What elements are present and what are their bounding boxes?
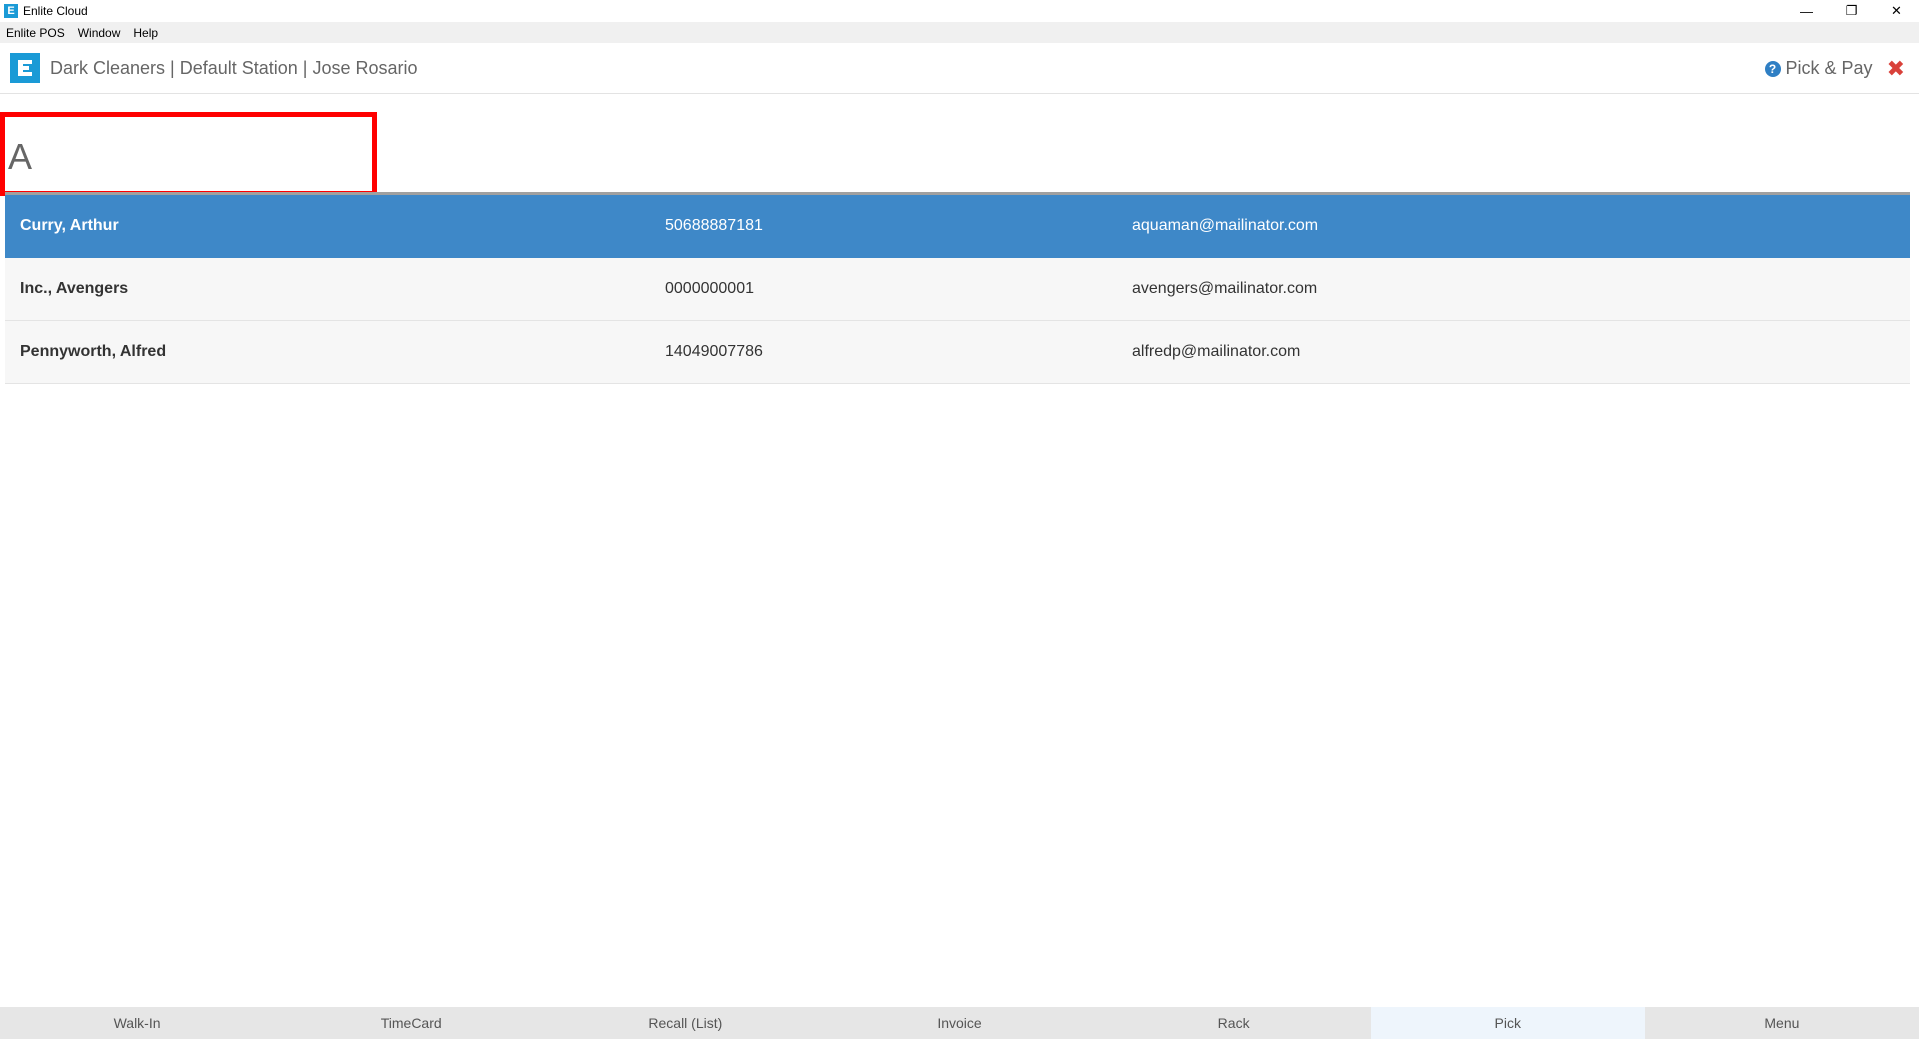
tab-rack[interactable]: Rack [1097, 1007, 1371, 1039]
window-controls: — ❐ ✕ [1784, 0, 1919, 22]
customer-name: Pennyworth, Alfred [20, 343, 167, 360]
customer-name: Inc., Avengers [20, 280, 129, 297]
header-actions: ? Pick & Pay ✖ [1764, 43, 1905, 94]
window-title: Enlite Cloud [23, 4, 88, 18]
menu-help[interactable]: Help [133, 26, 158, 40]
restore-button[interactable]: ❐ [1829, 0, 1874, 22]
app-header: Dark Cleaners | Default Station | Jose R… [0, 43, 1919, 94]
customer-email: avengers@mailinator.com [1132, 280, 1318, 297]
menu-window[interactable]: Window [78, 26, 121, 40]
tab-invoice[interactable]: Invoice [822, 1007, 1096, 1039]
bottom-nav: Walk-In TimeCard Recall (List) Invoice R… [0, 1007, 1919, 1039]
menu-enlite-pos[interactable]: Enlite POS [6, 26, 65, 40]
menu-bar: Enlite POS Window Help [0, 22, 1919, 43]
customer-phone: 50688887181 [665, 217, 763, 234]
customer-email: alfredp@mailinator.com [1132, 343, 1301, 360]
logo-e-glyph [18, 60, 32, 76]
help-icon[interactable]: ? [1764, 60, 1781, 77]
tab-menu[interactable]: Menu [1645, 1007, 1919, 1039]
customer-phone: 0000000001 [665, 280, 754, 297]
tab-walk-in[interactable]: Walk-In [0, 1007, 274, 1039]
customer-search-input[interactable] [5, 117, 372, 191]
customer-name: Curry, Arthur [20, 217, 119, 234]
tab-recall-list[interactable]: Recall (List) [548, 1007, 822, 1039]
tab-pick[interactable]: Pick [1370, 1007, 1645, 1039]
customer-results-list: Curry, Arthur 50688887181 aquaman@mailin… [5, 195, 1910, 384]
customer-phone: 14049007786 [665, 343, 763, 360]
page-title: Pick & Pay [1785, 58, 1873, 78]
minimize-button[interactable]: — [1784, 0, 1829, 22]
customer-row[interactable]: Inc., Avengers 0000000001 avengers@maili… [5, 258, 1910, 321]
window-close-button[interactable]: ✕ [1874, 0, 1919, 22]
enlite-logo-icon[interactable] [10, 53, 40, 83]
tab-timecard[interactable]: TimeCard [274, 1007, 548, 1039]
app-icon: E [4, 4, 18, 18]
search-box [0, 112, 377, 196]
close-icon[interactable]: ✖ [1887, 57, 1905, 80]
station-breadcrumb: Dark Cleaners | Default Station | Jose R… [50, 57, 418, 78]
customer-row[interactable]: Curry, Arthur 50688887181 aquaman@mailin… [5, 195, 1910, 258]
window-titlebar: E Enlite Cloud — ❐ ✕ [0, 0, 1919, 22]
customer-email: aquaman@mailinator.com [1132, 217, 1319, 234]
customer-row[interactable]: Pennyworth, Alfred 14049007786 alfredp@m… [5, 321, 1910, 384]
